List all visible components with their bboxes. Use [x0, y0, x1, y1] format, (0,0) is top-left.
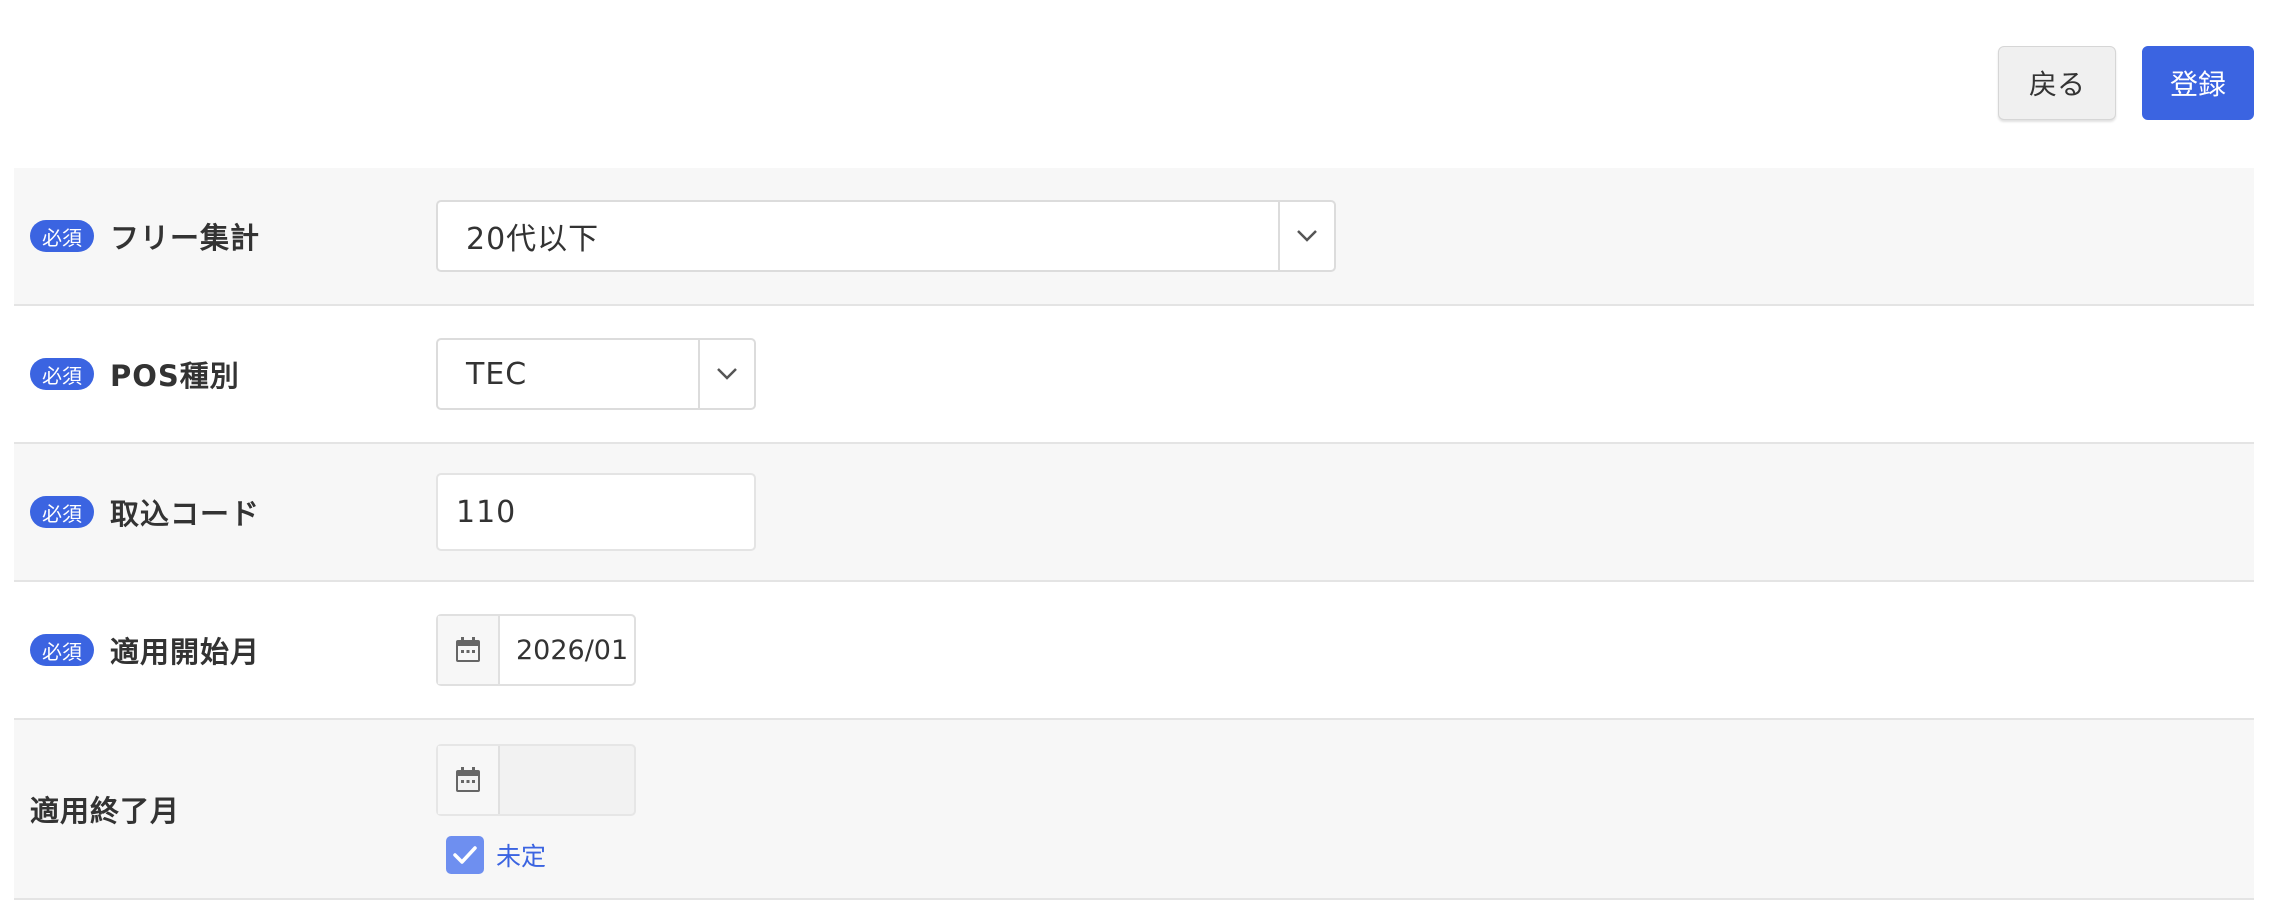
import-code-input[interactable]: 110: [436, 473, 756, 551]
field-label-group: 必須 取込コード: [14, 491, 436, 533]
action-bar: 戻る 登録: [1998, 46, 2254, 120]
chevron-down-icon[interactable]: [1278, 202, 1334, 270]
checkmark-icon: [453, 846, 477, 864]
field-label-group: 必須 POS種別: [14, 353, 436, 395]
end-month-label: 適用終了月: [30, 794, 181, 828]
back-button[interactable]: 戻る: [1998, 46, 2116, 120]
required-badge: 必須: [30, 220, 94, 252]
start-month-value: 2026/01: [516, 634, 629, 666]
form-row-start-month: 必須 適用開始月 2026/01: [14, 582, 2254, 720]
import-code-label: 取込コード: [110, 497, 261, 531]
undetermined-label[interactable]: 未定: [496, 837, 546, 873]
form-row-pos-type: 必須 POS種別 TEC: [14, 306, 2254, 444]
field-label-group: 必須 適用開始月: [14, 629, 436, 671]
calendar-icon[interactable]: [438, 746, 500, 814]
undetermined-checkbox[interactable]: [446, 836, 484, 874]
free-aggregate-select[interactable]: 20代以下: [436, 200, 1336, 272]
form-row-end-month: 適用終了月 未定: [14, 720, 2254, 900]
start-month-picker[interactable]: 2026/01: [436, 614, 636, 686]
free-aggregate-value: 20代以下: [466, 222, 600, 257]
submit-button[interactable]: 登録: [2142, 46, 2254, 120]
required-badge: 必須: [30, 358, 94, 390]
end-month-value: [500, 746, 634, 814]
end-month-picker[interactable]: [436, 744, 636, 816]
field-label-group: 必須 フリー集計: [14, 215, 436, 257]
pos-type-select[interactable]: TEC: [436, 338, 756, 410]
undetermined-option[interactable]: 未定: [446, 836, 636, 874]
field-label-group: 適用終了月: [14, 788, 436, 830]
calendar-icon[interactable]: [438, 616, 500, 684]
start-month-label: 適用開始月: [110, 635, 261, 669]
form-row-import-code: 必須 取込コード 110: [14, 444, 2254, 582]
free-aggregate-label: フリー集計: [110, 221, 261, 255]
required-badge: 必須: [30, 496, 94, 528]
form-row-free-aggregate: 必須 フリー集計 20代以下: [14, 168, 2254, 306]
required-badge: 必須: [30, 634, 94, 666]
edit-form: 必須 フリー集計 20代以下 必須 POS種別 TEC 必須 取込コード 110…: [14, 168, 2254, 900]
pos-type-value: TEC: [466, 356, 528, 392]
chevron-down-icon[interactable]: [698, 340, 754, 408]
pos-type-label: POS種別: [110, 359, 240, 393]
